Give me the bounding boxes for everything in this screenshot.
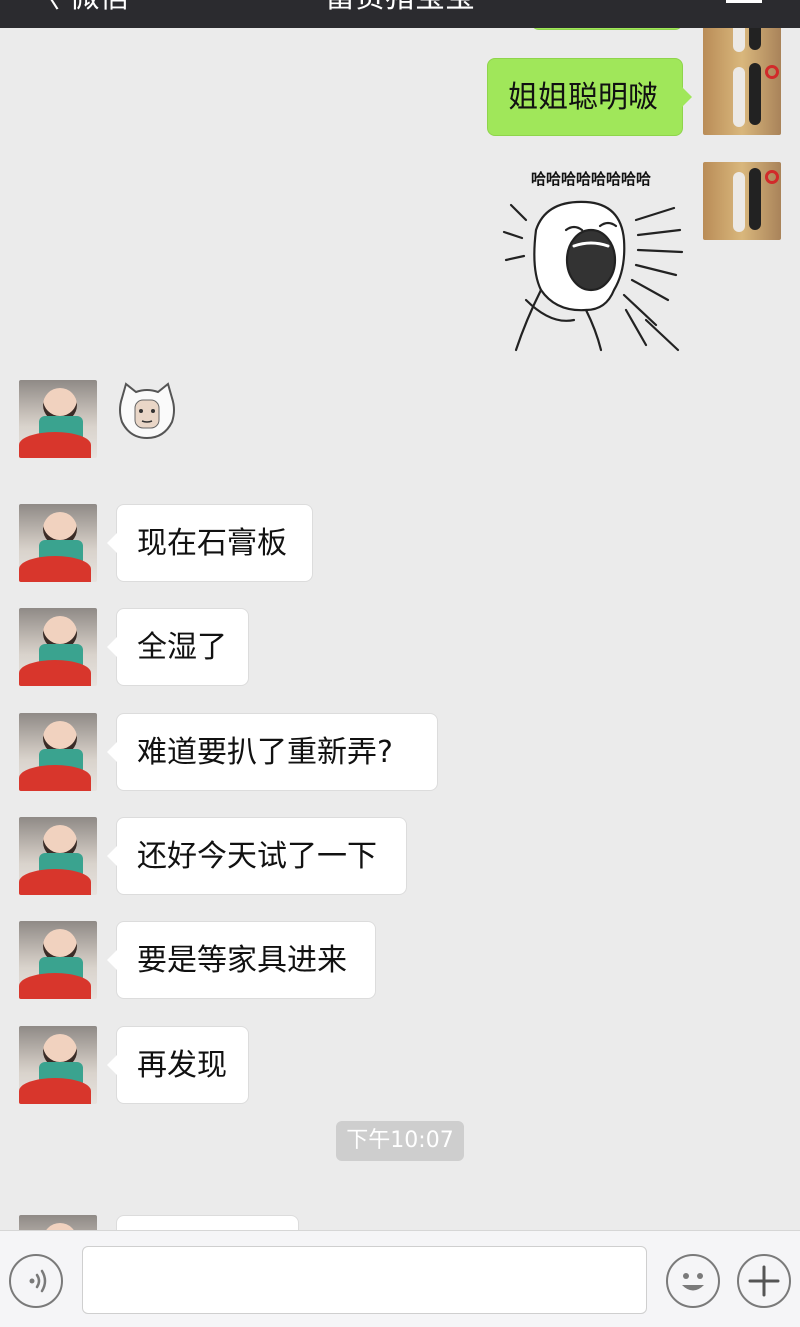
other-message-bubble[interactable]: 全湿了: [107, 608, 249, 686]
other-message-text: 要是等家具进来: [137, 943, 347, 978]
self-message-bubble[interactable]: 姐姐聪明啵: [487, 58, 692, 136]
other-message-text: 还好今天试了一下: [137, 839, 377, 874]
other-message-bubble[interactable]: 要是等家具进来: [107, 921, 376, 999]
other-message-text: 现在石膏板: [137, 526, 287, 561]
plus-button[interactable]: [737, 1254, 791, 1308]
other-message-text: 全湿了: [137, 630, 227, 665]
other-avatar[interactable]: [19, 921, 97, 999]
face-sticker-icon[interactable]: [116, 380, 178, 442]
plus-icon: [748, 1265, 780, 1297]
emoji-icon: [682, 1273, 704, 1291]
chat-title: 富贵猪宝宝: [290, 0, 510, 18]
laughing-meme-sticker[interactable]: 哈哈哈哈哈哈哈哈: [496, 160, 686, 356]
other-message-bubble[interactable]: 再发现: [107, 1026, 249, 1104]
self-avatar-cropped[interactable]: [703, 28, 781, 60]
navbar: 〈 微信 富贵猪宝宝: [0, 0, 800, 28]
other-avatar-cropped[interactable]: [19, 1215, 97, 1230]
back-label: 〈 微信: [30, 0, 130, 15]
other-avatar[interactable]: [19, 608, 97, 686]
voice-icon: [29, 1269, 47, 1293]
chat-area[interactable]: 姐姐聪明啵 哈哈哈哈哈哈哈哈 现在石膏板 全湿了 难道要扒了重新弄? 还好今天试…: [0, 28, 800, 1230]
other-avatar[interactable]: [19, 504, 97, 582]
emoji-button[interactable]: [666, 1254, 720, 1308]
other-avatar[interactable]: [19, 713, 97, 791]
other-avatar[interactable]: [19, 817, 97, 895]
other-avatar[interactable]: [19, 1026, 97, 1104]
other-avatar[interactable]: [19, 380, 97, 458]
other-message-text: 再发现: [137, 1048, 227, 1083]
other-message-bubble[interactable]: 现在石膏板: [107, 504, 313, 582]
self-avatar[interactable]: [703, 57, 781, 135]
cropped-self-bubble: [531, 28, 683, 30]
voice-button[interactable]: [9, 1254, 63, 1308]
timestamp-badge: 下午10:07: [336, 1121, 464, 1161]
cropped-other-bubble: [116, 1215, 299, 1230]
self-message-text: 姐姐聪明啵: [508, 80, 658, 115]
other-message-bubble[interactable]: 难道要扒了重新弄?: [107, 713, 438, 791]
other-message-text: 难道要扒了重新弄?: [137, 735, 393, 770]
menu-icon[interactable]: [726, 0, 762, 3]
self-avatar[interactable]: [703, 162, 781, 240]
other-message-bubble[interactable]: 还好今天试了一下: [107, 817, 407, 895]
laughing-face-icon: [502, 200, 684, 352]
back-button[interactable]: 〈 微信: [30, 0, 130, 18]
message-input[interactable]: [82, 1246, 647, 1314]
input-toolbar: [0, 1230, 800, 1327]
